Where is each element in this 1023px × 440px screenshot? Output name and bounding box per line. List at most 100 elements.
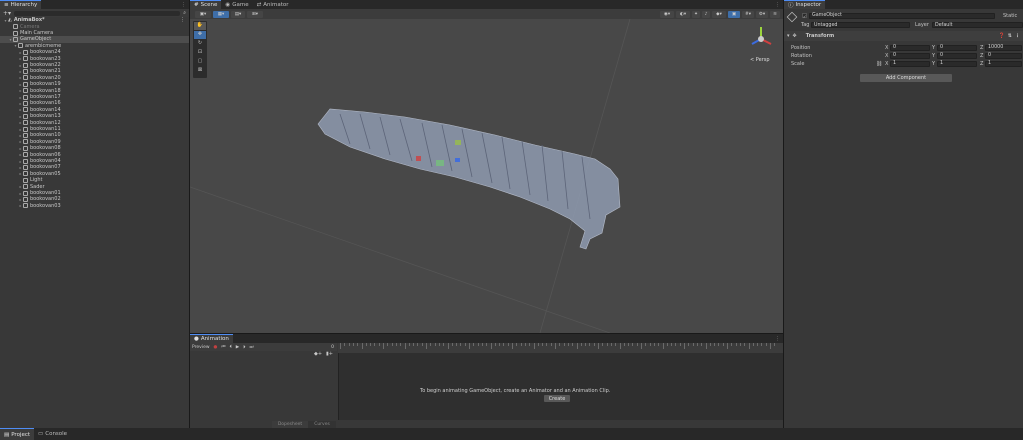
- position-z-field[interactable]: 10000: [985, 44, 1022, 51]
- more-icon[interactable]: ⋮: [775, 336, 780, 342]
- preview-toggle[interactable]: Preview: [192, 345, 210, 350]
- global-dropdown[interactable]: ▤▾: [231, 10, 245, 18]
- gizmos-toggle[interactable]: ▣: [728, 10, 740, 18]
- more-icon[interactable]: ⋮: [180, 17, 189, 23]
- hierarchy-item[interactable]: ▸ bookovan03: [0, 203, 189, 209]
- hierarchy-item-label: bookovan18: [30, 87, 61, 94]
- timeline-area[interactable]: [338, 353, 783, 420]
- tag-dropdown[interactable]: Untagged: [811, 22, 910, 28]
- axis-y-label[interactable]: Y: [932, 53, 935, 59]
- next-keyframe-icon[interactable]: ⏵: [243, 344, 245, 350]
- light-icon[interactable]: ✦: [692, 10, 700, 18]
- prev-keyframe-icon[interactable]: ⏴: [230, 344, 232, 350]
- create-button[interactable]: Create: [544, 395, 570, 402]
- persp-label[interactable]: < Persp: [750, 57, 770, 63]
- tab-scene[interactable]: # Scene: [190, 0, 222, 9]
- timeline-ruler[interactable]: [338, 343, 783, 353]
- object-name-field[interactable]: GameObject: [809, 12, 995, 19]
- gameobject-icon: [23, 88, 28, 94]
- tab-animation[interactable]: ● Animation: [190, 334, 233, 343]
- tab-game[interactable]: ◉ Game: [221, 0, 252, 9]
- gameobject-icon: [23, 62, 28, 68]
- axis-x-label[interactable]: X: [885, 61, 888, 67]
- camera-icon[interactable]: ◉▾: [660, 10, 674, 18]
- gameobject-icon: [23, 100, 28, 106]
- snap-dropdown[interactable]: ⊞▾: [247, 10, 263, 18]
- axis-x-label[interactable]: X: [885, 53, 888, 59]
- globe-icon[interactable]: ◐▾: [676, 10, 690, 18]
- transform-header[interactable]: ▾ ✥ Transform ❓ ⇅ ⋮: [784, 31, 1023, 41]
- hierarchy-item-label: Sader: [30, 183, 45, 190]
- ruler-tick: [546, 343, 547, 346]
- last-keyframe-icon[interactable]: ⏭: [250, 344, 254, 350]
- scale-y-field[interactable]: 1: [937, 60, 977, 67]
- layers-icon[interactable]: ≋: [770, 10, 780, 18]
- add-keyframe-icon[interactable]: ◆+: [314, 351, 322, 359]
- axis-z-label[interactable]: Z: [980, 53, 983, 59]
- rotation-x-field[interactable]: 0: [890, 52, 930, 59]
- play-icon[interactable]: ▶: [236, 345, 239, 350]
- more-icon[interactable]: ⋮: [1015, 33, 1023, 39]
- first-keyframe-icon[interactable]: ⏮: [221, 344, 225, 350]
- effects-icon[interactable]: ◆▾: [712, 10, 726, 18]
- hierarchy-item-label: bookovan07: [30, 164, 61, 171]
- gameobject-icon: [23, 184, 28, 190]
- ruler-tick: [739, 343, 741, 346]
- scale-x-field[interactable]: 1: [890, 60, 930, 67]
- axis-y-label[interactable]: Y: [932, 45, 935, 51]
- help-icon[interactable]: ❓: [999, 33, 1005, 39]
- ruler-tick: [688, 343, 689, 346]
- axis-y-label[interactable]: Y: [932, 61, 935, 67]
- axis-z-label[interactable]: Z: [980, 61, 983, 67]
- hierarchy-scene-row[interactable]: ▾ ◭ AnimaBox* ⋮: [0, 17, 189, 23]
- mesh-object[interactable]: [317, 108, 621, 250]
- layer-dropdown[interactable]: Default: [932, 22, 1023, 28]
- grid-icon[interactable]: #▾: [742, 10, 754, 18]
- tab-console[interactable]: ▭ Console: [34, 428, 71, 440]
- link-icon[interactable]: ⛓: [876, 61, 882, 67]
- frame-field[interactable]: 0: [331, 345, 337, 350]
- dopesheet-tab[interactable]: Dopesheet: [272, 421, 308, 428]
- search-input[interactable]: [14, 10, 181, 16]
- tab-animator[interactable]: ⇄ Animator: [253, 0, 293, 9]
- active-checkbox[interactable]: ✓: [802, 13, 807, 19]
- ruler-tick: [469, 343, 470, 349]
- axis-x-label[interactable]: X: [885, 45, 888, 51]
- position-y-field[interactable]: 0: [937, 44, 977, 51]
- scale-z-field[interactable]: 1: [985, 60, 1022, 67]
- position-label: Position: [791, 45, 811, 51]
- ruler-tick: [628, 343, 629, 346]
- tab-hierarchy[interactable]: ≡ Hierarchy: [0, 0, 42, 9]
- ruler-tick: [473, 343, 474, 346]
- add-event-icon[interactable]: ▮+: [326, 351, 333, 359]
- ruler-tick: [499, 343, 500, 346]
- rotation-y-field[interactable]: 0: [937, 52, 977, 59]
- add-icon[interactable]: +▾: [3, 10, 11, 17]
- tab-project[interactable]: ▤ Project: [0, 428, 35, 440]
- tab-inspector[interactable]: ⓘ Inspector: [784, 0, 826, 9]
- rotation-z-field[interactable]: 0: [985, 52, 1022, 59]
- scene-viewport[interactable]: [190, 19, 783, 333]
- list-icon: ≡: [4, 2, 9, 8]
- record-icon[interactable]: ●: [214, 345, 218, 350]
- ruler-tick: [602, 343, 603, 346]
- preset-icon[interactable]: ⇅: [1008, 33, 1012, 39]
- ruler-tick: [352, 343, 354, 346]
- ruler-tick: [524, 343, 526, 346]
- ruler-tick: [555, 343, 556, 349]
- ruler-tick: [516, 343, 517, 346]
- draw-mode-dropdown[interactable]: ▣▾: [195, 10, 211, 18]
- curves-tab[interactable]: Curves: [308, 421, 336, 428]
- static-label[interactable]: Static: [1003, 13, 1017, 19]
- orientation-gizmo[interactable]: [746, 24, 776, 54]
- add-component-button[interactable]: Add Component: [860, 74, 952, 82]
- more-icon[interactable]: ⋮: [181, 2, 186, 8]
- pivot-dropdown[interactable]: ▦▾: [213, 10, 229, 18]
- axis-z-label[interactable]: Z: [980, 45, 983, 51]
- position-x-field[interactable]: 0: [890, 44, 930, 51]
- ruler-tick: [408, 343, 410, 346]
- more-icon[interactable]: ⋮: [775, 2, 780, 8]
- settings-icon[interactable]: ⚙▾: [756, 10, 768, 18]
- audio-icon[interactable]: ♪: [702, 10, 710, 18]
- hierarchy-item-label: bookovan17: [30, 94, 61, 101]
